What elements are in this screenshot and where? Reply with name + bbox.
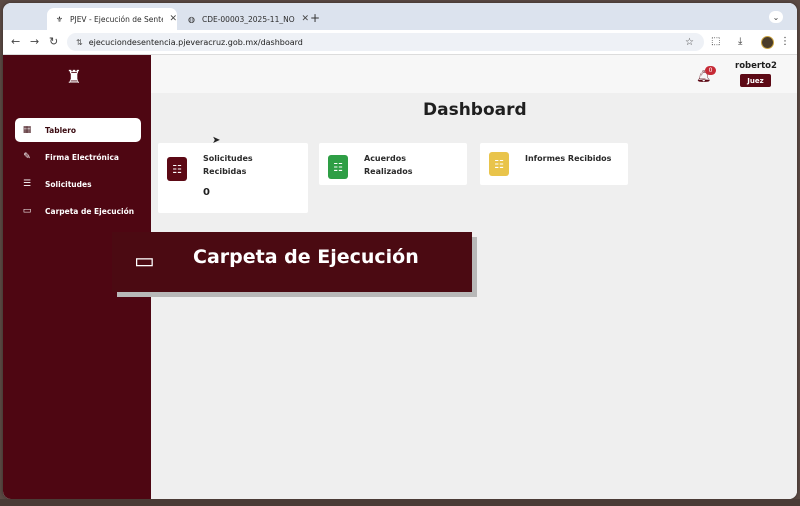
court-logo-icon: ♜	[65, 67, 83, 88]
desktop-bar	[0, 499, 800, 506]
bookmark-star-icon[interactable]: ☆	[685, 37, 694, 48]
download-icon[interactable]: ⤓	[738, 36, 742, 47]
sidebar-item-label: Tablero	[45, 125, 77, 135]
sidebar-item-firma[interactable]: ✎ Firma Electrónica	[15, 145, 141, 169]
sidebar-item-label: Solicitudes	[45, 179, 92, 189]
notification-badge: 0	[705, 66, 716, 75]
profile-avatar[interactable]	[761, 36, 774, 49]
browser-window: ⚜ PJEV - Ejecución de Sentenc ✕ ◍ CDE-00…	[3, 3, 797, 499]
card-solicitudes[interactable]: ☷ Solicitudes Recibidas 0	[158, 143, 308, 213]
hover-label-banner: ▭ Carpeta de Ejecución	[112, 232, 472, 292]
card-label: Solicitudes Recibidas	[203, 154, 253, 176]
sidebar-item-label: Firma Electrónica	[45, 152, 119, 162]
tab-title: PJEV - Ejecución de Sentenc	[69, 14, 164, 24]
role-badge: Juez	[740, 74, 771, 87]
new-tab-icon[interactable]: +	[310, 11, 320, 25]
card-informes[interactable]: ☷ Informes Recibidos	[480, 143, 628, 185]
page-title: Dashboard	[423, 100, 527, 120]
court-favicon-icon: ⚜	[55, 14, 64, 24]
tab-pjev[interactable]: ⚜ PJEV - Ejecución de Sentenc ✕	[47, 8, 177, 30]
globe-icon: ◍	[187, 14, 195, 24]
menu-dots-icon[interactable]: ⋮	[780, 36, 790, 47]
extensions-icon[interactable]: ⬚	[711, 36, 720, 47]
site-settings-icon[interactable]: ⇅	[76, 38, 83, 47]
browser-toolbar: ← → ↻ ⇅ ejecuciondesentencia.pjeveracruz…	[3, 30, 797, 55]
tab-cde[interactable]: ◍ CDE-00003_2025-11_NOPP... ✕	[179, 8, 309, 30]
grid-icon: ▦	[22, 125, 32, 135]
sidebar-item-carpeta[interactable]: ▭ Carpeta de Ejecución	[15, 199, 141, 223]
card-label: Informes Recibidos	[525, 154, 612, 163]
list-icon: ☰	[22, 179, 32, 189]
web-page: ♜ ▦ Tablero ✎ Firma Electrónica ☰ Solici…	[3, 55, 797, 499]
chevron-down-icon[interactable]: ⌄	[769, 11, 783, 23]
banner-label: Carpeta de Ejecución	[193, 246, 419, 268]
forward-icon[interactable]: →	[30, 35, 39, 48]
card-acuerdos[interactable]: ☷ Acuerdos Realizados	[319, 143, 467, 185]
reload-icon[interactable]: ↻	[49, 35, 58, 48]
clipboard-icon: ☷	[328, 155, 348, 179]
clipboard-icon: ☷	[167, 157, 187, 181]
folder-icon: ▭	[134, 249, 155, 274]
card-value: 0	[203, 187, 210, 198]
back-icon[interactable]: ←	[11, 35, 20, 48]
card-label: Acuerdos Realizados	[364, 154, 413, 176]
url-text: ejecuciondesentencia.pjeveracruz.gob.mx/…	[88, 37, 303, 47]
username: roberto2	[735, 61, 777, 71]
sidebar-item-solicitudes[interactable]: ☰ Solicitudes	[15, 172, 141, 196]
address-bar[interactable]: ⇅ ejecuciondesentencia.pjeveracruz.gob.m…	[67, 33, 704, 51]
pen-icon: ✎	[23, 152, 31, 162]
folder-icon: ▭	[22, 206, 32, 216]
tab-strip: ⚜ PJEV - Ejecución de Sentenc ✕ ◍ CDE-00…	[3, 3, 797, 30]
close-tab-icon[interactable]: ✕	[301, 14, 309, 24]
close-tab-icon[interactable]: ✕	[169, 14, 177, 24]
sidebar-item-tablero[interactable]: ▦ Tablero	[15, 118, 141, 142]
clipboard-icon: ☷	[489, 152, 509, 176]
tab-title: CDE-00003_2025-11_NOPP...	[201, 14, 296, 24]
sidebar-item-label: Carpeta de Ejecución	[45, 206, 135, 216]
